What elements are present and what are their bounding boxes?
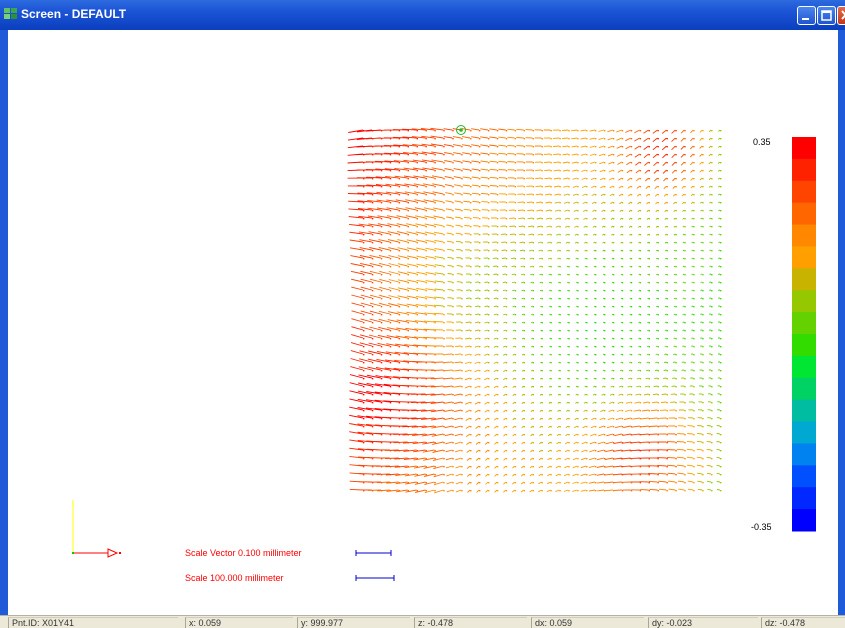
legend-swatch xyxy=(792,421,816,444)
vector-point-group xyxy=(541,242,722,372)
legend-swatch xyxy=(792,290,816,313)
maximize-icon xyxy=(821,10,832,21)
status-dy: dy: -0.023 xyxy=(648,617,758,628)
legend-swatch xyxy=(792,487,816,510)
vector-point-group xyxy=(398,130,704,492)
scale-vector-label: Scale Vector 0.100 millimeter xyxy=(185,548,302,558)
vector-group xyxy=(540,241,721,372)
color-legend-bar xyxy=(792,137,816,532)
status-x: x: 0.059 xyxy=(185,617,293,628)
status-dx: dx: 0.059 xyxy=(531,617,644,628)
status-y: y: 999.977 xyxy=(297,617,410,628)
vector-group xyxy=(388,128,703,494)
legend-swatch xyxy=(792,355,816,379)
vector-group xyxy=(349,127,685,491)
vector-group xyxy=(512,193,721,411)
app-window: Screen - DEFAULT 0.35 -0.35 Scale Vector… xyxy=(0,0,845,628)
vector-point-group xyxy=(443,130,713,492)
legend-min-label: -0.35 xyxy=(751,522,772,532)
legend-max-label: 0.35 xyxy=(753,137,771,147)
legend-swatch xyxy=(792,202,816,226)
close-icon xyxy=(841,10,845,20)
legend-swatch xyxy=(792,180,816,204)
legend-swatch xyxy=(792,224,816,247)
legend-swatch xyxy=(792,377,816,401)
origin-dot xyxy=(72,552,74,554)
vector-point-group xyxy=(416,130,704,492)
scale-length-label: Scale 100.000 millimeter xyxy=(185,573,284,583)
vector-group xyxy=(433,129,712,491)
status-z: z: -0.478 xyxy=(414,617,527,628)
legend-swatch xyxy=(792,268,816,291)
vector-field-plot[interactable] xyxy=(8,30,838,615)
vector-point-group xyxy=(363,130,686,492)
x-axis-arrowhead xyxy=(107,548,119,558)
x-axis-end-dot xyxy=(119,552,121,554)
window-left-border xyxy=(0,30,8,615)
axis-triad xyxy=(72,500,121,558)
legend-swatch xyxy=(792,158,816,182)
minimize-icon xyxy=(802,18,809,20)
vector-point-group xyxy=(470,130,722,492)
vector-point-group xyxy=(380,130,695,492)
title-bar[interactable]: Screen - DEFAULT xyxy=(0,0,845,30)
legend-swatch xyxy=(792,137,816,160)
status-point-id: Pnt.ID: X01Y41 xyxy=(8,617,178,628)
app-grid-icon xyxy=(4,8,17,19)
close-button[interactable] xyxy=(837,6,845,25)
legend-swatch xyxy=(792,246,816,269)
window-title: Screen - DEFAULT xyxy=(21,7,127,21)
legend-swatch xyxy=(792,312,816,335)
vector-group xyxy=(407,129,703,493)
legend-swatch xyxy=(792,399,816,423)
status-dz: dz: -0.478 xyxy=(761,617,845,628)
legend-swatch xyxy=(792,443,816,466)
vector-field xyxy=(347,127,722,494)
maximize-button[interactable] xyxy=(817,6,836,25)
vector-point-group xyxy=(514,194,722,412)
legend-swatch xyxy=(792,465,816,488)
window-right-border xyxy=(838,30,845,615)
minimize-button[interactable] xyxy=(797,6,816,25)
status-bar: Pnt.ID: X01Y41 x: 0.059 y: 999.977 z: -0… xyxy=(0,615,845,628)
legend-swatch xyxy=(792,509,816,532)
legend-swatch xyxy=(792,334,816,357)
vector-group xyxy=(367,128,694,493)
selected-point-inner xyxy=(459,128,463,132)
plot-canvas[interactable]: 0.35 -0.35 Scale Vector 0.100 millimeter… xyxy=(8,30,838,615)
